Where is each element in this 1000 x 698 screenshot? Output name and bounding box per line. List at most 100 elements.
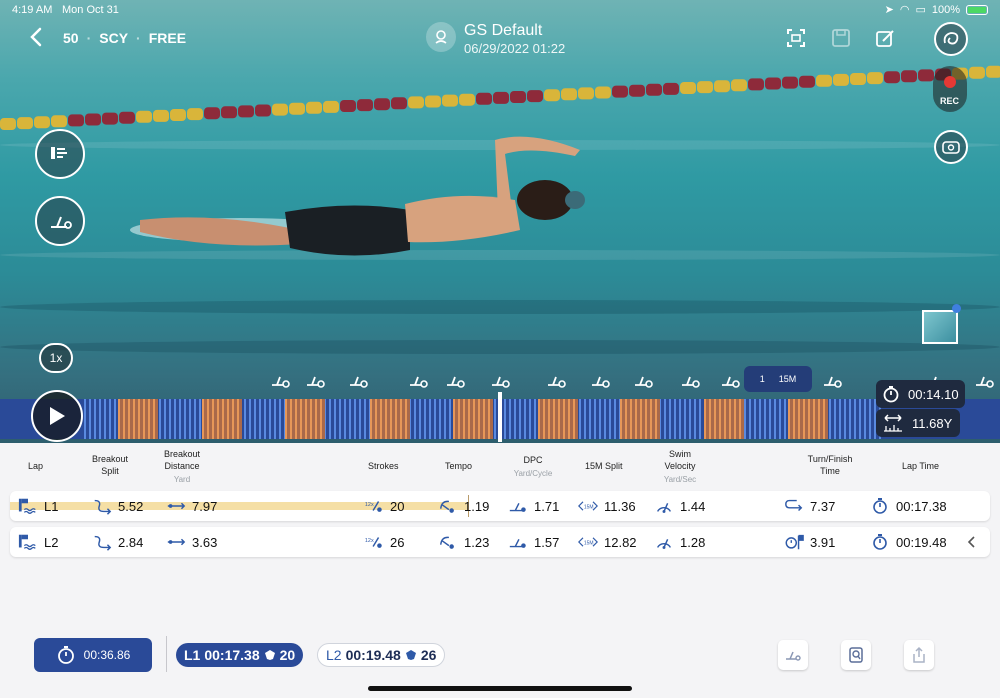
stroke-marker-icon[interactable] — [720, 373, 742, 389]
lap-marker-number: 1 — [759, 374, 765, 384]
lane-rope-float — [102, 112, 118, 125]
lane-rope-float — [833, 73, 849, 86]
lane-rope-float — [816, 74, 832, 87]
swimmer-image — [130, 136, 585, 256]
cell-tempo: 1.23 — [438, 533, 489, 551]
stroke-marker-icon[interactable] — [680, 373, 702, 389]
lane-rope-float — [510, 91, 526, 103]
lane-rope-float — [238, 105, 254, 118]
lap-row-l1[interactable]: L1 5.52 7.97 12x 20 1.19 1.71 15M 11.36 … — [10, 491, 990, 521]
app-root: 4:19 AM Mon Oct 31 ➤ ◠ ▭ 100% 50 · SCY ·… — [0, 0, 1000, 698]
stroke-marker-icon[interactable] — [408, 373, 430, 389]
share-button[interactable] — [904, 640, 934, 670]
cell-15m-split: 15M 12.82 — [578, 533, 637, 551]
lap-row-l2[interactable]: L2 2.84 3.63 12x 26 1.23 1.57 15M 12.82 … — [10, 527, 990, 557]
breakout-split-value: 5.52 — [118, 498, 144, 514]
camera-switch-button[interactable] — [934, 130, 968, 164]
lane-rope-float — [442, 94, 458, 107]
chevron-left-icon — [967, 536, 975, 548]
swim-velocity-value: 1.28 — [680, 534, 706, 550]
velocity-icon — [654, 497, 674, 515]
edit-button[interactable] — [873, 26, 897, 50]
race-stroke: FREE — [148, 30, 187, 46]
velocity-icon — [654, 533, 674, 551]
lane-rope-float — [68, 114, 84, 127]
analysis-mode-button[interactable] — [934, 22, 968, 56]
playback-speed-button[interactable]: 1x — [39, 343, 73, 373]
lane-rope-float — [323, 100, 339, 113]
breakout-distance-icon — [166, 497, 186, 515]
stopwatch-icon — [870, 497, 890, 515]
lane-rope-float — [187, 108, 203, 121]
breakout-distance-icon — [166, 533, 186, 551]
expand-row-button[interactable] — [966, 534, 978, 555]
video-thumbnail[interactable] — [922, 310, 958, 344]
header-lap-time: Lap Time — [902, 461, 940, 471]
lane-rope-float — [391, 97, 407, 110]
stroke-marker-icon[interactable] — [490, 373, 512, 389]
lane-rope-float — [578, 87, 594, 100]
lap-chip-l1[interactable]: L1 00:17.38 20 — [176, 643, 304, 667]
cell-lap-time: 00:19.48 — [870, 533, 947, 551]
stroke-segment — [620, 399, 660, 439]
lap-15m-marker[interactable]: 1 15M — [744, 366, 812, 392]
lane-rope-float — [204, 107, 220, 120]
lane-rope-float — [544, 89, 560, 102]
lane-rope-float — [918, 69, 934, 82]
distance-ruler-icon — [884, 414, 902, 432]
status-time: 4:19 AM — [12, 4, 53, 16]
svg-text:12x: 12x — [365, 502, 374, 508]
pencil-icon — [876, 30, 894, 47]
lane-rope-float — [0, 118, 16, 130]
car-icon: ▭ — [915, 4, 926, 16]
lane-rope-float — [476, 92, 492, 105]
stroke-marker-icon[interactable] — [445, 373, 467, 389]
lane-rope-float — [697, 81, 713, 94]
stroke-rate-button[interactable] — [778, 640, 808, 670]
play-button[interactable] — [31, 390, 83, 442]
lap-flag-icon — [18, 533, 38, 551]
elapsed-time-readout: 00:14.10 — [876, 380, 965, 408]
lane-rope-float — [884, 71, 900, 84]
status-icons: ➤ ◠ ▭ 100% — [885, 3, 988, 16]
save-button[interactable] — [829, 26, 853, 50]
stroke-marker-icon[interactable] — [546, 373, 568, 389]
cell-strokes: 12x 20 — [364, 497, 405, 515]
stroke-marker-icon[interactable] — [822, 373, 844, 389]
chevron-left-icon — [30, 27, 42, 47]
cell-strokes: 12x 26 — [364, 533, 405, 551]
breakout-split-icon — [92, 533, 112, 551]
camera-icon — [942, 141, 960, 154]
dpc-value: 1.57 — [534, 534, 560, 550]
stroke-marker-icon[interactable] — [270, 373, 292, 389]
stroke-marker-button[interactable] — [35, 196, 85, 246]
lap-chip-l2[interactable]: L2 00:19.48 26 — [317, 643, 446, 667]
turn-finish-value: 3.91 — [810, 534, 836, 550]
fullscreen-button[interactable] — [784, 26, 808, 50]
back-button[interactable] — [26, 26, 48, 48]
lane-rope-float — [867, 72, 883, 85]
playhead[interactable] — [498, 392, 502, 442]
stroke-marker-icon[interactable] — [305, 373, 327, 389]
distance-value: 11.68Y — [912, 415, 953, 431]
cell-turn-finish: 3.91 — [784, 533, 835, 551]
report-button[interactable] — [841, 640, 871, 670]
split-15m-value: 11.36 — [604, 498, 636, 514]
stroke-marker-icon[interactable] — [974, 373, 996, 389]
video-player[interactable]: 4:19 AM Mon Oct 31 ➤ ◠ ▭ 100% 50 · SCY ·… — [0, 0, 1000, 443]
lane-rope-float — [289, 102, 305, 115]
lane-rope-float — [799, 75, 815, 88]
stroke-marker-icon[interactable] — [633, 373, 655, 389]
lane-rope-float — [612, 85, 628, 98]
stroke-marker-icon[interactable] — [590, 373, 612, 389]
lap-overview-button[interactable] — [35, 129, 85, 179]
lane-rope-float — [51, 115, 67, 128]
cell-tempo: 1.19 — [438, 497, 489, 515]
report-search-icon — [849, 647, 863, 663]
stroke-badge-icon — [264, 650, 275, 660]
lane-rope-float — [85, 113, 101, 126]
stroke-marker-icon[interactable] — [348, 373, 370, 389]
lap-chip-strokes: 26 — [420, 647, 437, 663]
cell-swim-velocity: 1.28 — [654, 533, 705, 551]
lane-rope-float — [374, 98, 390, 111]
